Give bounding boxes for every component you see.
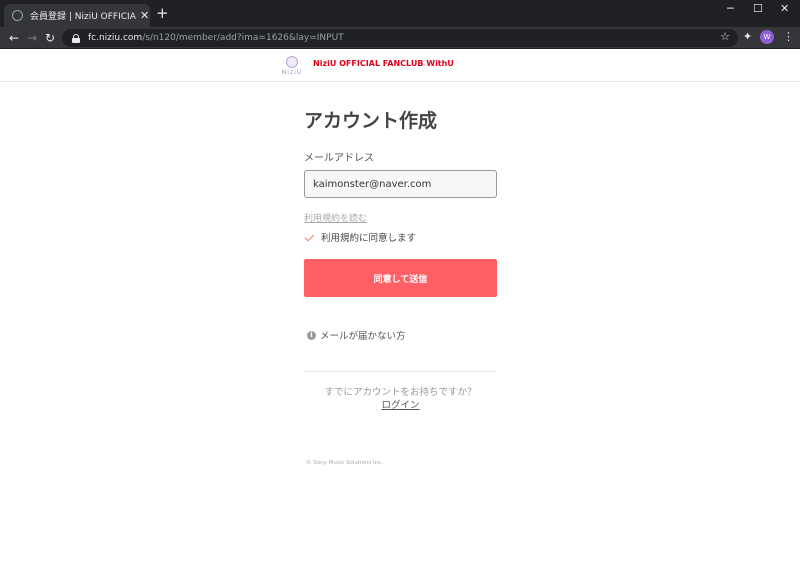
- window-minimize-button[interactable]: ─: [727, 2, 734, 16]
- copyright: © Sony Music Solutions Inc.: [306, 460, 383, 466]
- login-link[interactable]: ログイン: [304, 397, 497, 411]
- agree-checkbox[interactable]: [304, 232, 315, 243]
- browser-toolbar: ← → ↻ fc.niziu.com/s/n120/member/add?ima…: [0, 27, 800, 49]
- logo-text: NiziU: [281, 69, 303, 76]
- star-icon[interactable]: ☆: [720, 30, 730, 43]
- avatar[interactable]: W: [760, 30, 774, 44]
- site-title[interactable]: NiziU OFFICIAL FANCLUB WithU: [313, 59, 454, 68]
- new-tab-button[interactable]: +: [156, 6, 169, 21]
- globe-icon: [12, 10, 23, 21]
- terms-link[interactable]: 利用規約を読む: [304, 211, 367, 224]
- lock-icon[interactable]: [72, 33, 80, 43]
- tab-title: 会員登録 | NiziU OFFICIAL FANCL: [30, 12, 136, 22]
- submit-button[interactable]: 同意して送信: [304, 259, 497, 297]
- url-text[interactable]: fc.niziu.com/s/n120/member/add?ima=1626&…: [88, 33, 344, 43]
- window-maximize-button[interactable]: ☐: [753, 2, 763, 16]
- no-mail-text: メールが届かない方: [320, 331, 406, 342]
- arrow-left-icon: ←: [9, 31, 20, 45]
- have-account-text: すでにアカウントをお持ちですか？: [324, 387, 477, 398]
- kebab-menu-icon[interactable]: ⋮: [783, 30, 794, 44]
- agree-checkbox-row[interactable]: 利用規約に同意します: [304, 230, 416, 244]
- email-field[interactable]: [304, 170, 497, 198]
- browser-tab[interactable]: 会員登録 | NiziU OFFICIAL FANCL ✕: [4, 4, 150, 27]
- tab-close-icon[interactable]: ✕: [140, 10, 149, 21]
- page-title: アカウント作成: [304, 110, 438, 132]
- reload-button[interactable]: ↻: [45, 30, 55, 46]
- site-header: NiziU NiziU OFFICIAL FANCLUB WithU: [0, 50, 800, 82]
- email-label: メールアドレス: [304, 153, 374, 164]
- arrow-right-icon: →: [27, 31, 38, 45]
- address-bar[interactable]: fc.niziu.com/s/n120/member/add?ima=1626&…: [62, 29, 738, 47]
- back-button[interactable]: ←: [9, 30, 19, 46]
- info-icon: i: [307, 330, 316, 340]
- logo-emblem-icon: [286, 56, 298, 68]
- divider: [304, 371, 497, 372]
- puzzle-icon[interactable]: ✦: [743, 31, 752, 43]
- browser-tabstrip: 会員登録 | NiziU OFFICIAL FANCL ✕ + ─ ☐ ✕: [0, 0, 800, 27]
- forward-button[interactable]: →: [27, 30, 37, 46]
- site-logo[interactable]: NiziU: [280, 56, 304, 78]
- agree-label: 利用規約に同意します: [321, 233, 417, 244]
- no-mail-help[interactable]: i メールが届かない方: [307, 328, 406, 342]
- window-close-button[interactable]: ✕: [780, 2, 789, 16]
- reload-icon: ↻: [45, 31, 56, 45]
